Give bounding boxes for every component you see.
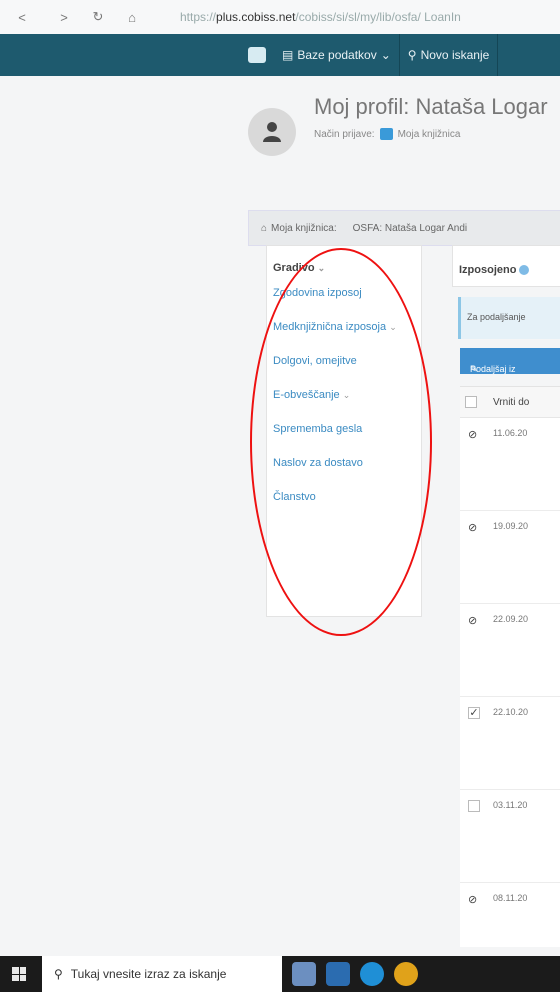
- info-alert: Za podaljšanje: [458, 297, 560, 339]
- count-badge: [519, 265, 530, 276]
- databases-label: Baze podatkov: [297, 48, 377, 62]
- database-icon: ▤: [282, 48, 294, 62]
- browser-toolbar: < > ↻ ⌂ https://plus.cobiss.net/cobiss/s…: [0, 0, 560, 34]
- cobiss-logo[interactable]: [248, 47, 266, 63]
- login-label: Način prijave:: [314, 128, 375, 140]
- login-method: Način prijave: Moja knjižnica: [314, 128, 460, 140]
- return-date: 22.10.20: [493, 707, 529, 717]
- table-row: ⊘ 11.06.20: [460, 418, 560, 511]
- renew-label: Podaljšaj iz: [470, 364, 516, 374]
- home-icon[interactable]: ⌂: [124, 10, 140, 25]
- outlook-icon[interactable]: [326, 962, 350, 986]
- return-date: 19.09.20: [493, 521, 529, 531]
- row-checkbox-checked[interactable]: ✓: [468, 707, 480, 719]
- taskbar: ⚲ Tukaj vnesite izraz za iskanje: [0, 956, 560, 992]
- table-row: ⊘ 08.11.20: [460, 883, 560, 947]
- url-prefix: https://: [180, 10, 217, 24]
- blocked-icon: ⊘: [468, 522, 478, 534]
- weather-widget-icon[interactable]: [292, 962, 316, 986]
- return-date: 22.09.20: [493, 614, 529, 624]
- annotation-circle: [250, 248, 432, 636]
- user-icon: [263, 122, 281, 142]
- return-date: 08.11.20: [493, 893, 528, 903]
- search-icon: ⚲: [407, 48, 417, 62]
- reload-icon[interactable]: ↻: [90, 9, 106, 25]
- select-all-checkbox[interactable]: [465, 396, 477, 408]
- chrome-icon[interactable]: [394, 962, 418, 986]
- new-search-link[interactable]: ⚲ Novo iskanje: [400, 34, 498, 76]
- avatar: [248, 108, 296, 156]
- new-search-label: Novo iskanje: [420, 48, 490, 62]
- edge-icon[interactable]: [360, 962, 384, 986]
- table-row: ⊘ 22.09.20: [460, 604, 560, 697]
- table-row: ✓ 22.10.20: [460, 697, 560, 790]
- breadcrumb-library: OSFA: Nataša Logar Andi: [352, 222, 468, 234]
- tab-loaned-label: Izposojeno: [459, 264, 517, 276]
- info-text: Za podaljšanje: [467, 312, 526, 322]
- row-checkbox[interactable]: [468, 800, 480, 812]
- address-bar[interactable]: https://plus.cobiss.net/cobiss/si/sl/my/…: [180, 10, 461, 24]
- table-row: ⊘ 19.09.20: [460, 511, 560, 604]
- renew-button[interactable]: ✎ Podaljšaj iz: [460, 348, 560, 374]
- taskbar-search-placeholder: Tukaj vnesite izraz za iskanje: [70, 967, 227, 981]
- windows-start-icon[interactable]: [12, 967, 26, 981]
- blocked-icon: ⊘: [468, 894, 478, 906]
- page-title: Moj profil: Nataša Logar: [314, 94, 548, 119]
- chevron-down-icon: ⌄: [380, 48, 391, 62]
- table-row: 03.11.20: [460, 790, 560, 883]
- search-icon: ⚲: [54, 967, 63, 981]
- breadcrumb: ⌂ Moja knjižnica: OSFA: Nataša Logar And…: [248, 210, 560, 246]
- column-return-date: Vrniti do: [493, 397, 530, 408]
- loans-table: Vrniti do ⊘ 11.06.20 ⊘ 19.09.20 ⊘ 22.09.…: [460, 386, 560, 947]
- url-host: plus.cobiss.net: [216, 10, 296, 24]
- top-navigation: ▤ Baze podatkov ⌄ ⚲ Novo iskanje: [0, 34, 560, 76]
- nav-divider: [497, 34, 499, 76]
- forward-icon[interactable]: >: [56, 10, 72, 25]
- tab-bar: Izposojeno: [452, 245, 560, 287]
- login-value: Moja knjižnica: [397, 128, 461, 140]
- return-date: 11.06.20: [493, 428, 528, 438]
- blocked-icon: ⊘: [468, 615, 478, 627]
- return-date: 03.11.20: [493, 800, 528, 810]
- breadcrumb-home[interactable]: Moja knjižnica:: [271, 223, 337, 234]
- back-icon[interactable]: <: [14, 10, 30, 25]
- library-icon: [379, 128, 393, 140]
- home-icon: ⌂: [261, 222, 268, 234]
- tab-loaned[interactable]: Izposojeno: [459, 264, 530, 276]
- databases-menu[interactable]: ▤ Baze podatkov ⌄: [274, 34, 399, 76]
- table-header: Vrniti do: [460, 387, 560, 418]
- taskbar-search-box[interactable]: ⚲ Tukaj vnesite izraz za iskanje: [42, 956, 282, 992]
- url-path: /cobiss/si/sl/my/lib/osfa/ LoanIn: [295, 10, 461, 24]
- blocked-icon: ⊘: [468, 429, 478, 441]
